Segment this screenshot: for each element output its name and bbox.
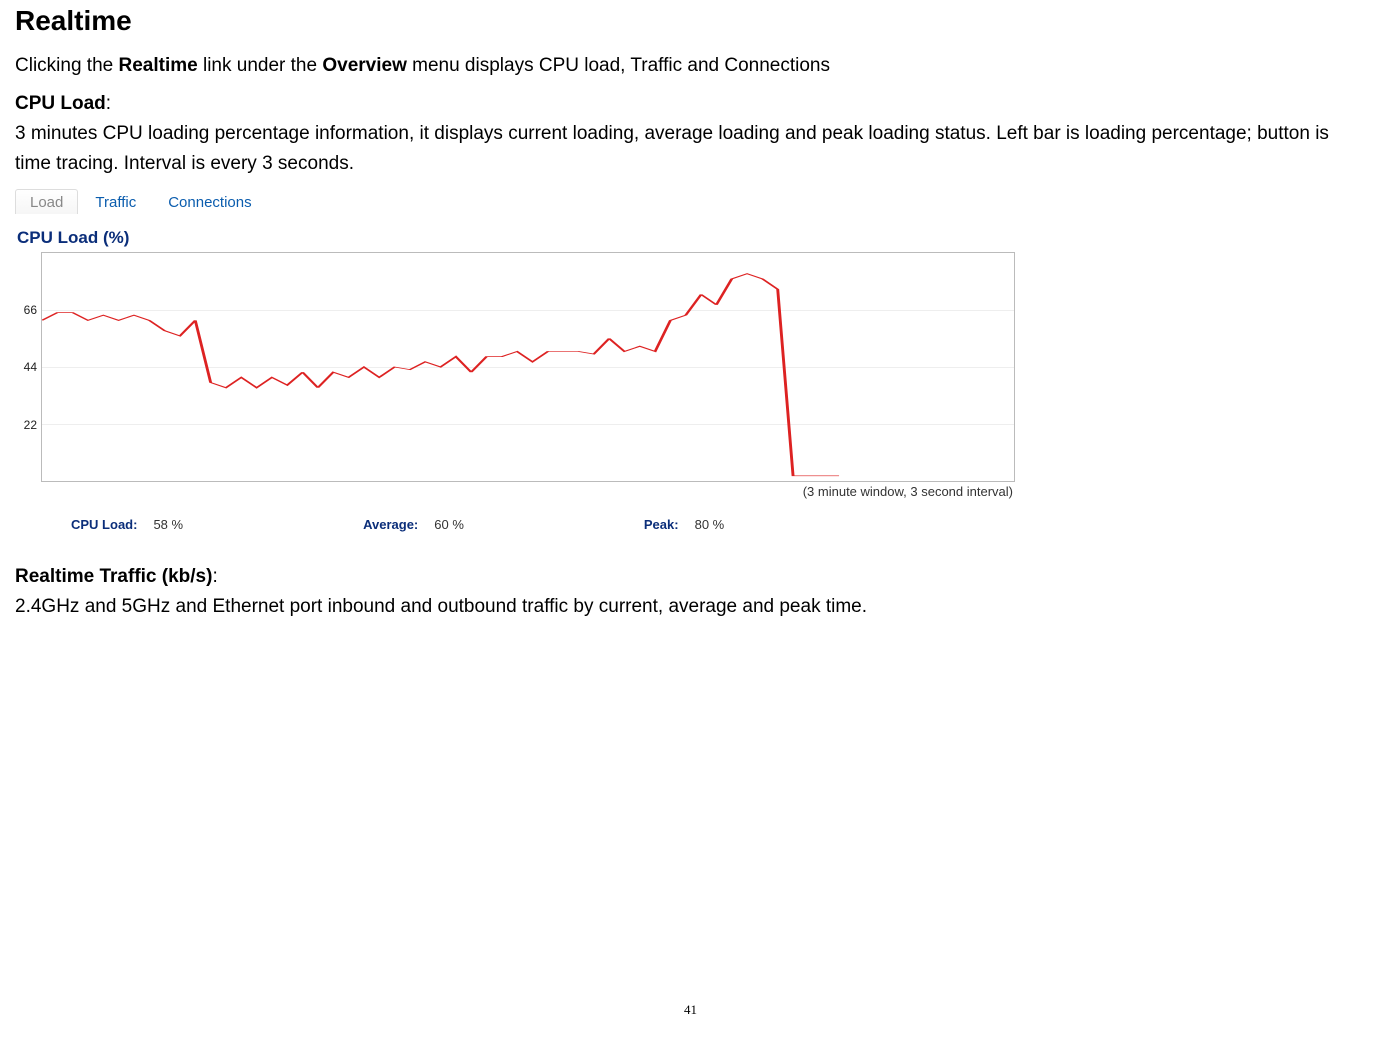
stat-cpu: CPU Load: 58 % <box>71 517 183 532</box>
intro-bold-realtime: Realtime <box>119 55 198 76</box>
realtime-traffic-heading-bold: Realtime Traffic (kb/s) <box>15 566 212 587</box>
stat-peak-label: Peak: <box>644 517 679 532</box>
stat-peak-value: 80 % <box>695 517 725 532</box>
heading-colon: : <box>106 93 111 114</box>
intro-bold-overview: Overview <box>322 55 407 76</box>
stat-avg-label: Average: <box>363 517 418 532</box>
stat-cpu-value: 58 % <box>153 517 183 532</box>
realtime-traffic-heading: Realtime Traffic (kb/s): <box>15 566 1361 588</box>
y-tick: 44 <box>24 360 37 374</box>
stat-peak: Peak: 80 % <box>644 517 724 532</box>
intro-text: menu displays CPU load, Traffic and Conn… <box>407 55 830 76</box>
y-tick: 66 <box>24 303 37 317</box>
intro-text: link under the <box>198 55 323 76</box>
stat-average: Average: 60 % <box>363 517 464 532</box>
cpu-load-figure: Load Traffic Connections CPU Load (%) 66… <box>15 189 1015 532</box>
section-title: Realtime <box>15 5 1361 37</box>
chart-tabs: Load Traffic Connections <box>15 189 1015 214</box>
y-tick: 22 <box>24 418 37 432</box>
intro-paragraph: Clicking the Realtime link under the Ove… <box>15 52 1361 81</box>
heading-colon: : <box>212 566 217 587</box>
stat-avg-value: 60 % <box>434 517 464 532</box>
chart-title: CPU Load (%) <box>17 228 1015 248</box>
cpu-load-heading: CPU Load: <box>15 93 1361 115</box>
tab-load[interactable]: Load <box>15 189 78 214</box>
page-number: 41 <box>684 1002 697 1018</box>
chart-series-svg <box>42 253 1014 481</box>
y-axis: 66 44 22 <box>15 252 41 482</box>
intro-text: Clicking the <box>15 55 119 76</box>
chart-plot <box>41 252 1015 482</box>
stat-cpu-label: CPU Load: <box>71 517 137 532</box>
cpu-load-heading-bold: CPU Load <box>15 93 106 114</box>
chart-window-note: (3 minute window, 3 second interval) <box>15 484 1015 499</box>
cpu-load-desc: 3 minutes CPU loading percentage informa… <box>15 119 1361 180</box>
tab-traffic[interactable]: Traffic <box>80 189 151 214</box>
chart-area: 66 44 22 <box>15 252 1015 482</box>
realtime-traffic-desc: 2.4GHz and 5GHz and Ethernet port inboun… <box>15 592 1361 622</box>
cpu-load-line <box>42 274 839 476</box>
chart-stats: CPU Load: 58 % Average: 60 % Peak: 80 % <box>71 517 1015 532</box>
tab-connections[interactable]: Connections <box>153 189 266 214</box>
